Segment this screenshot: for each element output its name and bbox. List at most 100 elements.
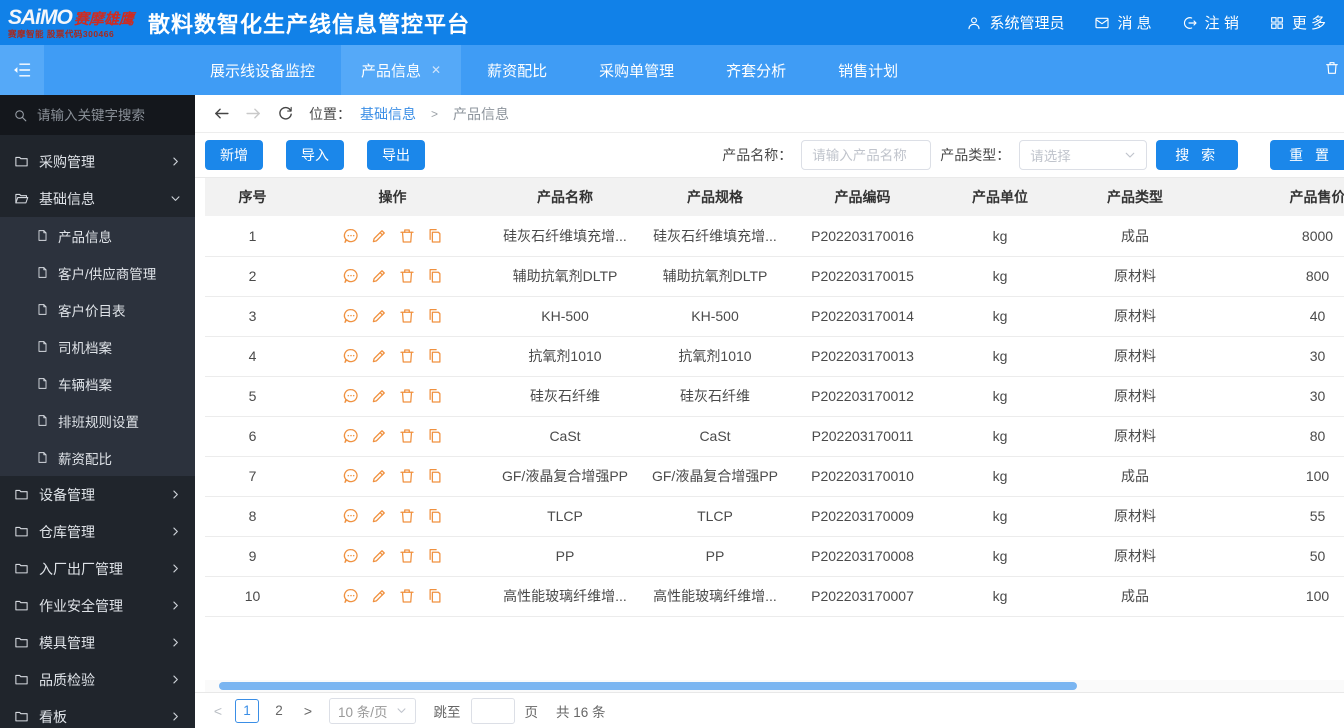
comment-icon[interactable] [342,467,360,485]
cell-unit: kg [940,416,1060,456]
edit-icon[interactable] [370,387,388,405]
forward-icon[interactable] [245,105,262,122]
copy-icon[interactable] [426,387,444,405]
delete-icon[interactable] [398,267,416,285]
sidebar-subitem-薪资配比[interactable]: 薪资配比 [0,439,195,476]
back-icon[interactable] [213,105,230,122]
comment-icon[interactable] [342,227,360,245]
user-menu[interactable]: 系统管理员 [966,12,1064,33]
folder-icon [14,598,29,613]
sidebar-item-品质检验[interactable]: 品质检验 [0,661,195,698]
copy-icon[interactable] [426,267,444,285]
comment-icon[interactable] [342,267,360,285]
delete-icon[interactable] [398,587,416,605]
delete-icon[interactable] [398,227,416,245]
delete-icon[interactable] [398,307,416,325]
search-button[interactable]: 搜 索 [1156,140,1238,170]
copy-icon[interactable] [426,507,444,525]
prev-page-button[interactable]: < [211,703,225,719]
comment-icon[interactable] [342,307,360,325]
sidebar-subitem-车辆档案[interactable]: 车辆档案 [0,365,195,402]
edit-icon[interactable] [370,587,388,605]
comment-icon[interactable] [342,387,360,405]
copy-icon[interactable] [426,427,444,445]
sidebar-subitem-司机档案[interactable]: 司机档案 [0,328,195,365]
product-type-select[interactable]: 请选择 [1019,140,1147,170]
delete-icon[interactable] [398,467,416,485]
more-button[interactable]: 更 多 [1269,12,1326,33]
delete-icon[interactable] [398,507,416,525]
tab-close-icon[interactable]: ✕ [431,63,441,77]
comment-icon[interactable] [342,427,360,445]
messages-button[interactable]: 消 息 [1094,12,1151,33]
tab-2[interactable]: 产品信息✕ [341,45,461,95]
sidebar-item-入厂出厂管理[interactable]: 入厂出厂管理 [0,550,195,587]
mail-icon [1094,15,1110,31]
tab-4[interactable]: 采购单管理 [573,45,700,95]
edit-icon[interactable] [370,227,388,245]
tab-1[interactable]: 展示线设备监控 [184,45,341,95]
copy-icon[interactable] [426,347,444,365]
sidebar-subitem-客户/供应商管理[interactable]: 客户/供应商管理 [0,254,195,291]
copy-icon[interactable] [426,467,444,485]
copy-icon[interactable] [426,227,444,245]
sidebar-item-看板[interactable]: 看板 [0,698,195,728]
edit-icon[interactable] [370,467,388,485]
breadcrumb-parent-link[interactable]: 基础信息 [360,104,416,124]
delete-icon[interactable] [398,387,416,405]
close-all-tabs-button[interactable] [1324,60,1340,81]
comment-icon[interactable] [342,547,360,565]
edit-icon[interactable] [370,267,388,285]
tab-3[interactable]: 薪资配比 [461,45,573,95]
copy-icon[interactable] [426,547,444,565]
sidebar-search-input[interactable] [37,108,177,123]
sidebar-subitem-客户价目表[interactable]: 客户价目表 [0,291,195,328]
user-label: 系统管理员 [989,12,1064,33]
logout-button[interactable]: 注 销 [1182,12,1239,33]
horizontal-scrollbar[interactable] [205,680,1344,692]
delete-icon[interactable] [398,347,416,365]
page-size-select[interactable]: 10 条/页 [329,698,416,724]
jump-page-input[interactable] [471,698,515,724]
edit-icon[interactable] [370,547,388,565]
edit-icon[interactable] [370,507,388,525]
add-button[interactable]: 新增 [205,140,263,170]
chevron-right-icon [170,526,181,537]
sidebar-item-模具管理[interactable]: 模具管理 [0,624,195,661]
comment-icon[interactable] [342,587,360,605]
delete-icon[interactable] [398,427,416,445]
sidebar-collapse-button[interactable] [0,45,44,95]
comment-icon[interactable] [342,347,360,365]
delete-icon[interactable] [398,547,416,565]
sidebar-item-基础信息[interactable]: 基础信息 [0,180,195,217]
sidebar-item-采购管理[interactable]: 采购管理 [0,143,195,180]
sidebar-item-作业安全管理[interactable]: 作业安全管理 [0,587,195,624]
scrollbar-thumb[interactable] [219,682,1077,690]
reset-button[interactable]: 重 置 [1270,140,1344,170]
edit-icon[interactable] [370,427,388,445]
sidebar-item-label: 仓库管理 [39,522,95,542]
page-button-1[interactable]: 1 [235,699,259,723]
edit-icon[interactable] [370,307,388,325]
sidebar-item-设备管理[interactable]: 设备管理 [0,476,195,513]
product-name-input[interactable] [801,140,931,170]
cell-code: P202203170008 [785,536,940,576]
sidebar-subitem-排班规则设置[interactable]: 排班规则设置 [0,402,195,439]
copy-icon[interactable] [426,307,444,325]
import-button[interactable]: 导入 [286,140,344,170]
export-button[interactable]: 导出 [367,140,425,170]
comment-icon[interactable] [342,507,360,525]
sidebar-subitem-产品信息[interactable]: 产品信息 [0,217,195,254]
page-button-2[interactable]: 2 [267,699,291,723]
copy-icon[interactable] [426,587,444,605]
cell-price: 30 [1210,336,1344,376]
jump-label: 跳至 [434,701,461,721]
tab-5[interactable]: 齐套分析 [700,45,812,95]
tab-6[interactable]: 销售计划 [812,45,924,95]
page-unit-label: 页 [525,701,539,721]
next-page-button[interactable]: > [301,703,315,719]
sidebar-item-仓库管理[interactable]: 仓库管理 [0,513,195,550]
cell-name: 高性能玻璃纤维增... [485,576,645,616]
refresh-icon[interactable] [277,105,294,122]
edit-icon[interactable] [370,347,388,365]
